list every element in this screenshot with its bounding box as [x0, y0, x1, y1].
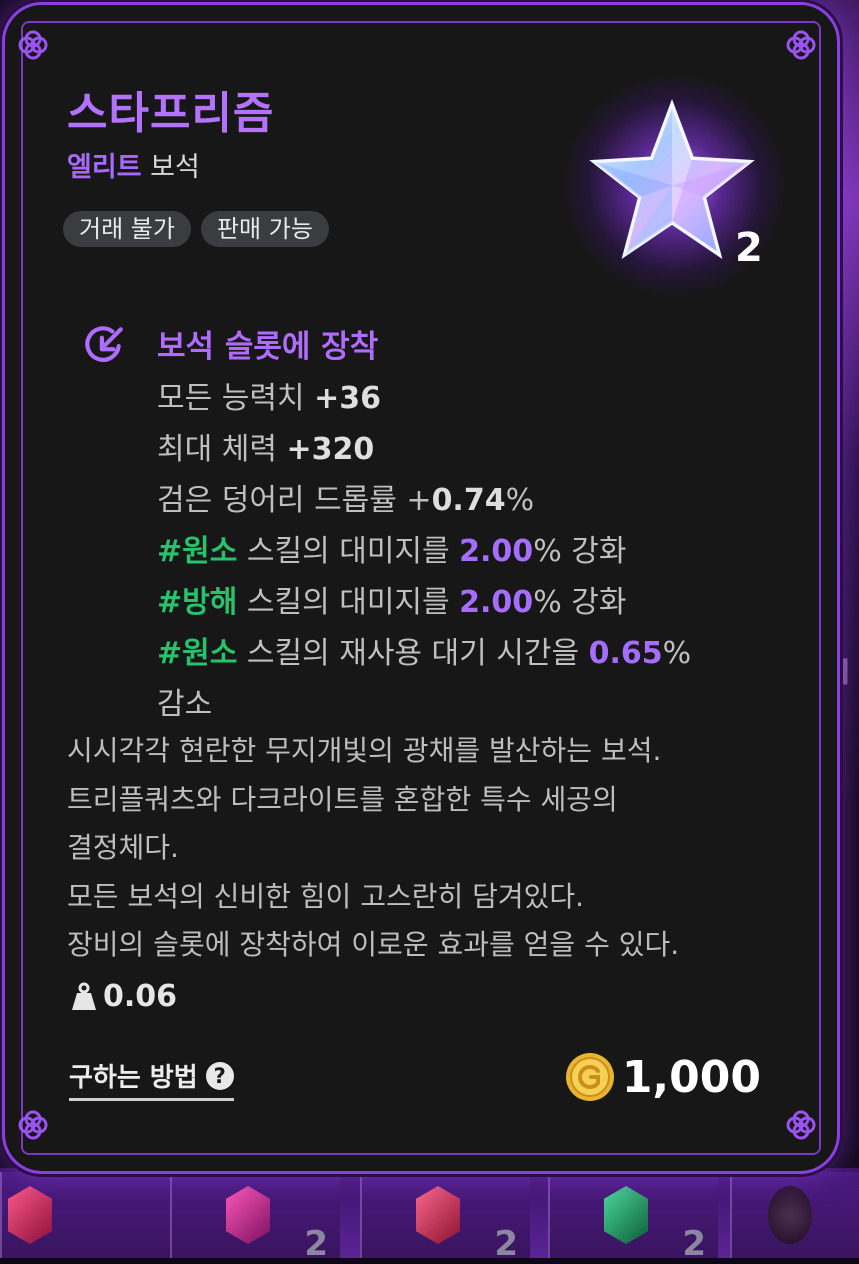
stat-line: 검은 덩어리 드롭률 +0.74% — [157, 475, 797, 526]
item-tags: 거래 불가 판매 가능 — [63, 211, 329, 247]
item-description: 시시각각 현란한 무지개빛의 광채를 발산하는 보석. 트리플쿼츠와 다크라이트… — [67, 727, 807, 970]
skill-value: 2.00 — [459, 534, 534, 569]
skill-text: 스킬의 재사용 대기 시간을 — [237, 636, 589, 671]
tag-untradeable: 거래 불가 — [63, 211, 191, 247]
inventory-count: 2 — [682, 1224, 706, 1264]
inventory-slot[interactable] — [730, 1172, 859, 1258]
skill-value: 0.65 — [588, 636, 663, 671]
inventory-count: 2 — [304, 1224, 328, 1264]
skill-text: 스킬의 대미지를 — [237, 534, 460, 569]
background-side-deco: ▌ — [839, 660, 856, 685]
description-line: 장비의 슬롯에 장착하여 이로운 효과를 얻을 수 있다. — [67, 928, 680, 961]
item-grade: 엘리트 — [67, 152, 142, 183]
item-name: 스타프리즘 — [67, 88, 275, 139]
weight-value: 0.06 — [103, 979, 178, 1014]
description-line: 모든 보석의 신비한 힘이 고스란히 담겨있다. — [67, 879, 585, 913]
help-icon: ? — [205, 1061, 234, 1090]
skill-tag: #원소 — [157, 636, 238, 671]
how-to-get-link[interactable]: 구하는 방법 ? — [69, 1057, 234, 1101]
dark-gem-icon — [768, 1186, 812, 1244]
skill-line-continued: 감소 — [157, 687, 213, 722]
equip-slot-icon — [85, 326, 123, 362]
stat-list: 모든 능력치 +36 최대 체력 +320 검은 덩어리 드롭률 +0.74 % … — [157, 373, 797, 730]
inventory-count: 2 — [494, 1224, 518, 1264]
stat-line: 최대 체력 +320 — [157, 424, 797, 475]
how-to-get-label: 구하는 방법 — [69, 1063, 198, 1093]
item-image: 2 — [565, 75, 785, 295]
corner-ornament-icon — [13, 1105, 53, 1145]
description-line: 트리플쿼츠와 다크라이트를 혼합한 특수 세공의 — [67, 782, 618, 816]
skill-line: #원소 스킬의 대미지를 2.00% 강화 — [157, 526, 797, 577]
item-stack-count: 2 — [735, 225, 763, 271]
inventory-slot[interactable]: 2 — [548, 1172, 718, 1264]
star-gem-icon — [589, 98, 755, 260]
inventory-slot[interactable] — [0, 1172, 170, 1258]
effect-title: 보석 슬롯에 장착 — [157, 329, 379, 365]
inventory-slot[interactable]: 2 — [360, 1172, 530, 1264]
item-kind: 보석 — [150, 152, 200, 183]
skill-suffix: % 강화 — [533, 585, 627, 620]
stat-label: 검은 덩어리 드롭률 — [157, 483, 407, 518]
stat-value: +36 — [314, 381, 381, 416]
red-gem-icon — [8, 1186, 52, 1244]
description-line: 시시각각 현란한 무지개빛의 광채를 발산하는 보석. — [67, 734, 662, 767]
pink-gem-icon — [226, 1186, 270, 1244]
stat-line: 모든 능력치 +36 — [157, 373, 797, 424]
corner-ornament-icon — [781, 25, 821, 65]
stat-label: 모든 능력치 — [157, 381, 315, 416]
item-weight: 0.06 — [71, 979, 177, 1014]
gold-coin-icon — [565, 1053, 614, 1101]
skill-line: #원소 스킬의 재사용 대기 시간을 0.65% — [157, 628, 797, 679]
corner-ornament-icon — [13, 25, 53, 65]
skill-suffix: % — [662, 636, 692, 671]
stat-value: +320 — [286, 432, 375, 467]
tag-sellable: 판매 가능 — [200, 211, 329, 247]
item-tooltip-card: 스타프리즘 엘리트 보석 거래 불가 판매 가능 2 보석 슬롯에 장착 모든 … — [2, 2, 840, 1174]
skill-tag: #방해 — [157, 585, 238, 620]
inventory-slot[interactable]: 2 — [170, 1172, 340, 1264]
stat-sign: + — [406, 483, 432, 518]
stat-label: 최대 체력 — [157, 432, 287, 467]
skill-text: 스킬의 대미지를 — [237, 585, 460, 620]
item-price: 1,000 — [564, 1051, 761, 1103]
price-value: 1,000 — [621, 1051, 761, 1103]
skill-value: 2.00 — [459, 585, 534, 620]
emerald-gem-icon — [604, 1186, 648, 1244]
description-line: 결정체다. — [67, 831, 179, 864]
corner-ornament-icon — [781, 1105, 821, 1145]
skill-suffix: % 강화 — [533, 534, 627, 569]
skill-line: #방해 스킬의 대미지를 2.00% 강화 — [157, 577, 797, 628]
game-screen: ▌ 2 2 2 스타프리즘 엘리트 보석 거래 불가 판매 가능 2 보석 슬롯… — [0, 0, 859, 1264]
weight-icon — [72, 982, 96, 1010]
skill-tag: #원소 — [157, 534, 238, 569]
ruby-gem-icon — [416, 1186, 460, 1244]
stat-value: 0.74 — [431, 483, 506, 518]
stat-suffix: % — [505, 483, 535, 518]
item-grade-line: 엘리트 보석 — [67, 145, 200, 184]
